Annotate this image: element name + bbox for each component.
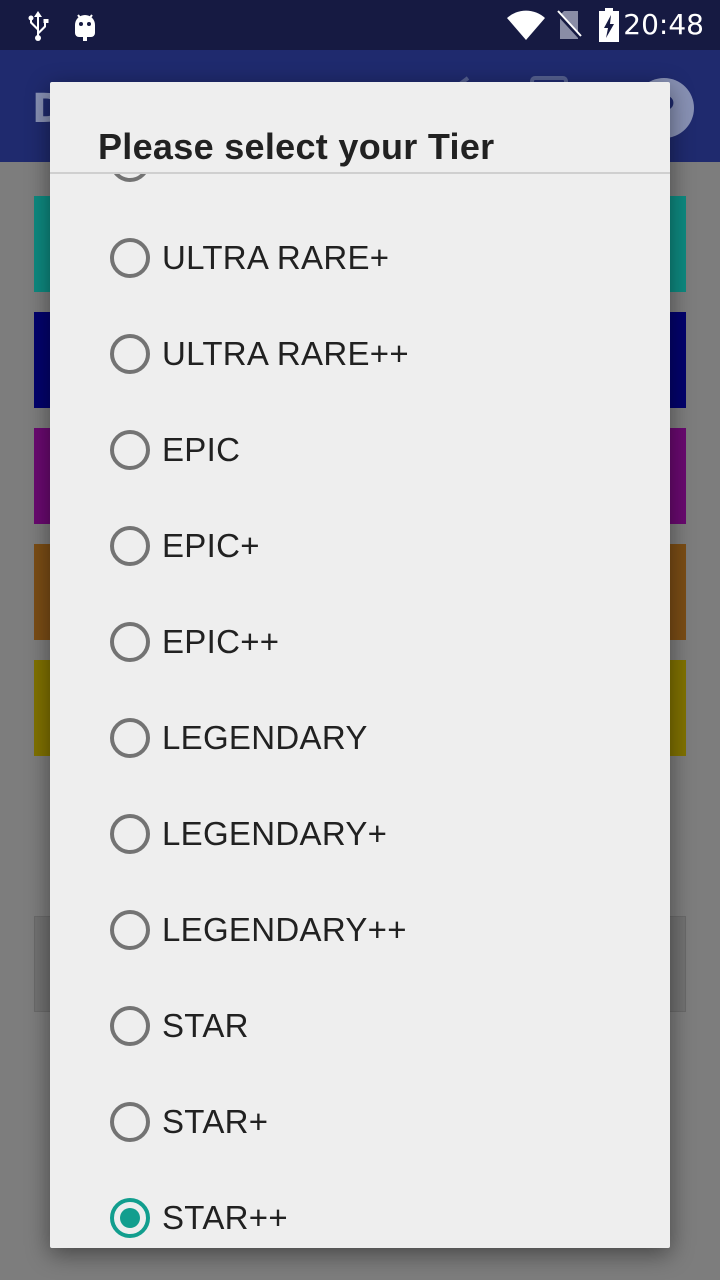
tier-option-label: ULTRA RARE++ [162, 335, 409, 372]
tier-option-label: ULTRA RARE+ [162, 239, 390, 276]
radio-unchecked-icon[interactable] [110, 622, 150, 662]
tier-option[interactable]: EPIC [50, 402, 670, 498]
tier-option[interactable]: STAR [50, 978, 670, 1074]
tier-option-label: LEGENDARY+ [162, 815, 388, 852]
wifi-icon [506, 8, 546, 42]
tier-option[interactable]: LEGENDARY [50, 690, 670, 786]
android-debug-icon [70, 8, 100, 42]
tier-option-label: LEGENDARY++ [162, 911, 407, 948]
no-sim-icon [554, 8, 584, 42]
tier-option-label: STAR++ [162, 1199, 288, 1236]
radio-unchecked-icon[interactable] [110, 526, 150, 566]
tier-option[interactable]: ULTRA RARE+ [50, 210, 670, 306]
tier-option[interactable]: LEGENDARY+ [50, 786, 670, 882]
radio-unchecked-icon[interactable] [110, 1102, 150, 1142]
tier-option-label: EPIC [162, 431, 241, 468]
tier-option[interactable]: EPIC++ [50, 594, 670, 690]
radio-unchecked-icon[interactable] [110, 910, 150, 950]
radio-unchecked-icon[interactable] [110, 1006, 150, 1046]
radio-unchecked-icon[interactable] [110, 718, 150, 758]
tier-option[interactable]: STAR+ [50, 1074, 670, 1170]
radio-unchecked-icon[interactable] [110, 174, 150, 182]
tier-option-label: STAR [162, 1007, 249, 1044]
battery-charging-icon [596, 8, 622, 42]
radio-unchecked-icon[interactable] [110, 238, 150, 278]
status-bar: 20:48 [0, 0, 720, 50]
tier-option[interactable]: EPIC+ [50, 498, 670, 594]
tier-option[interactable]: ULTRA RARE++ [50, 306, 670, 402]
tier-option[interactable]: STAR++ [50, 1170, 670, 1248]
tier-option[interactable]: ULTRA RARE [50, 174, 670, 210]
usb-icon [24, 8, 52, 42]
tier-option-label: STAR+ [162, 1103, 269, 1140]
tier-option-list[interactable]: ULTRA RARE ULTRA RARE+ ULTRA RARE++ EPIC EPI… [50, 174, 670, 1248]
tier-option-label: EPIC++ [162, 623, 280, 660]
radio-unchecked-icon[interactable] [110, 334, 150, 374]
tier-option-label: ULTRA RARE [162, 174, 370, 181]
tier-select-dialog: Please select your Tier ULTRA RAREULTRA … [50, 82, 670, 1248]
status-time: 20:48 [623, 8, 704, 41]
tier-option-label: LEGENDARY [162, 719, 368, 756]
dialog-title: Please select your Tier [98, 126, 495, 167]
radio-unchecked-icon[interactable] [110, 430, 150, 470]
radio-checked-icon[interactable] [110, 1198, 150, 1238]
tier-option[interactable]: LEGENDARY++ [50, 882, 670, 978]
tier-option-label: EPIC+ [162, 527, 260, 564]
radio-unchecked-icon[interactable] [110, 814, 150, 854]
